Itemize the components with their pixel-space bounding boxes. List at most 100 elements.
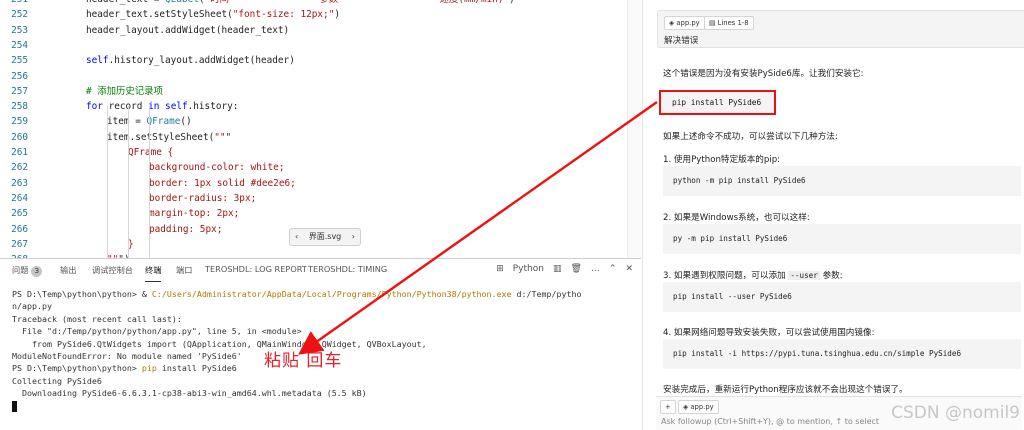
line-code: header_layout.addWidget(header_text) — [86, 24, 290, 36]
line-code: for record in self.history: — [86, 101, 239, 113]
line-code: border-radius: 3px; — [149, 192, 257, 204]
code-line[interactable]: 251 header_text = QLabel("时间 参数 速度(mm/min… — [0, 0, 641, 7]
line-number: 252 — [11, 9, 28, 21]
line-number: 255 — [11, 55, 28, 67]
line-number: 251 — [0, 0, 28, 7]
more-icon[interactable]: … — [591, 264, 600, 274]
chevron-right-icon[interactable]: › — [352, 229, 355, 245]
code-line[interactable]: 259 item = QFrame() — [0, 114, 641, 129]
step-3-pre: 3. 如果遇到权限问题，可以添加 — [663, 271, 786, 281]
step-3-code: --user — [788, 271, 820, 280]
code-line[interactable]: 257 # 添加历史记录项 — [0, 84, 641, 99]
code-block-4-text: pip install -i https://pypi.tuna.tsinghu… — [673, 349, 962, 358]
code-block-2-text: py -m pip install PySide6 — [673, 234, 788, 243]
line-number: 259 — [11, 116, 28, 128]
tab-debug-console[interactable]: 调试控制台 — [92, 264, 133, 276]
terminal-line: Traceback (most recent call last): — [12, 313, 182, 324]
input-file-pill[interactable]: ◈ app.py — [678, 400, 719, 414]
terminal-toolbar: ⊞ Python ▥ 🗑 … ⌃ ✕ — [496, 264, 633, 274]
line-number: 258 — [11, 101, 28, 113]
line-code: item.setStyleSheet(""" — [107, 131, 232, 143]
line-number: 260 — [11, 131, 28, 143]
tab-timing[interactable]: TEROSHDL: TIMING — [308, 264, 387, 274]
line-code: margin-top: 2px; — [149, 208, 240, 220]
line-code: background-color: white; — [149, 162, 285, 174]
context-file-pill[interactable]: ◈ app.py — [664, 16, 705, 30]
trash-icon[interactable]: 🗑 — [570, 264, 581, 274]
code-line[interactable]: 263 border: 1px solid #dee2e6; — [0, 176, 641, 191]
terminal-kind[interactable]: Python — [513, 264, 544, 274]
line-number: 262 — [11, 162, 28, 174]
context-lines-pill[interactable]: ▤ Lines 1-8 — [704, 16, 754, 30]
add-context-button[interactable]: + — [660, 400, 676, 414]
chevron-left-icon[interactable]: ‹ — [295, 229, 298, 245]
line-code: header_text = QLabel("时间 参数 速度(mm/min)") — [86, 0, 515, 7]
line-number: 264 — [11, 192, 28, 204]
line-number: 256 — [11, 70, 28, 82]
code-block-1[interactable]: python -m pip install PySide6 — [663, 166, 1021, 196]
user-request: 解决错误 — [664, 36, 699, 46]
primary-command-block[interactable]: pip install PySide6 — [659, 90, 776, 115]
terminal-line: Downloading PySide6-6.6.3.1-cp38-abi3-wi… — [12, 388, 367, 399]
terminal-line: PS D:\Temp\python\python> & C:/Users/Adm… — [12, 289, 582, 299]
line-code: self.history_layout.addWidget(header) — [86, 55, 295, 67]
tab-ports[interactable]: 端口 — [176, 264, 192, 276]
terminal-cursor[interactable] — [12, 400, 642, 412]
code-line[interactable]: 255 self.history_layout.addWidget(header) — [0, 53, 641, 68]
chat-pane: ◈ app.py ▤ Lines 1-8 解决错误 这个错误是因为没有安装PyS… — [642, 0, 1024, 430]
code-line[interactable]: 258 for record in self.history: — [0, 99, 641, 114]
svg-file-chip[interactable]: ‹ 界面.svg › — [289, 228, 361, 246]
line-number: 267 — [11, 238, 28, 250]
code-line[interactable]: 260 item.setStyleSheet(""" — [0, 130, 641, 145]
input-file-label: app.py — [690, 403, 714, 411]
annotation-text: 粘贴 回车 — [264, 351, 343, 371]
tab-terminal[interactable]: 终端 — [145, 264, 162, 282]
code-line[interactable]: 262 background-color: white; — [0, 160, 641, 175]
code-block-3-text: pip install --user PySide6 — [673, 292, 792, 301]
tab-output[interactable]: 输出 — [60, 264, 76, 276]
tab-problems-label: 问题 — [12, 265, 29, 275]
close-icon[interactable]: ✕ — [625, 264, 633, 274]
terminal-kind-label: Python — [512, 264, 544, 274]
code-line[interactable]: 254 — [0, 38, 641, 53]
line-number: 266 — [11, 223, 28, 235]
indent-guide — [149, 106, 150, 258]
tab-problems[interactable]: 问题 3 — [12, 264, 43, 277]
new-terminal-icon[interactable]: ⊞ — [496, 264, 504, 274]
line-code: padding: 5px; — [149, 223, 223, 235]
code-line[interactable]: 252 header_text.setStyleSheet("font-size:… — [0, 7, 641, 22]
minimap[interactable] — [627, 0, 641, 258]
line-number: 257 — [11, 85, 28, 97]
code-editor[interactable]: 251 header_text = QLabel("时间 参数 速度(mm/min… — [0, 0, 641, 258]
code-line[interactable]: 256 — [0, 69, 641, 84]
context-card: ◈ app.py ▤ Lines 1-8 解决错误 — [657, 10, 1024, 48]
line-code: border: 1px solid #dee2e6; — [149, 177, 296, 189]
chevron-up-icon[interactable]: ⌃ — [609, 264, 617, 274]
line-code: QFrame { — [128, 147, 174, 158]
code-line[interactable]: 261 QFrame { — [0, 145, 641, 160]
step-1: 1. 使用Python特定版本的pip: — [663, 155, 781, 165]
indent-guide — [107, 106, 108, 258]
line-number: 263 — [11, 177, 28, 189]
answer-intro: 这个错误是因为没有安装PySide6库。让我们安装它: — [663, 69, 864, 79]
code-line[interactable]: 253 header_layout.addWidget(header_text) — [0, 23, 641, 38]
code-block-2[interactable]: py -m pip install PySide6 — [663, 224, 1021, 254]
context-lines-label: Lines 1-8 — [717, 19, 749, 27]
problem-count-badge: 3 — [31, 266, 43, 277]
primary-command-text: pip install PySide6 — [672, 98, 762, 107]
code-line[interactable]: 264 border-radius: 3px; — [0, 191, 641, 206]
followup-placeholder: Ask followup (Ctrl+Shift+Y), @ to mentio… — [661, 417, 880, 426]
step-3-post: 参数: — [822, 271, 843, 281]
context-file-label: app.py — [676, 19, 700, 27]
answer-outro: 安装完成后，重新运行Python程序应该就不会出现这个错误了。 — [663, 385, 908, 395]
code-block-3[interactable]: pip install --user PySide6 — [663, 282, 1021, 312]
line-number: 261 — [11, 147, 28, 158]
indent-guide — [128, 106, 129, 258]
code-block-4[interactable]: pip install -i https://pypi.tuna.tsinghu… — [663, 339, 1021, 369]
split-icon[interactable]: ▥ — [553, 264, 562, 274]
step-2: 2. 如果是Windows系统，也可以这样: — [663, 213, 810, 223]
tab-log-report[interactable]: TEROSHDL: LOG REPORT — [205, 264, 307, 274]
chip-label: 界面.svg — [308, 232, 342, 241]
code-line[interactable]: 265 margin-top: 2px; — [0, 206, 641, 221]
line-number: 253 — [11, 24, 28, 36]
